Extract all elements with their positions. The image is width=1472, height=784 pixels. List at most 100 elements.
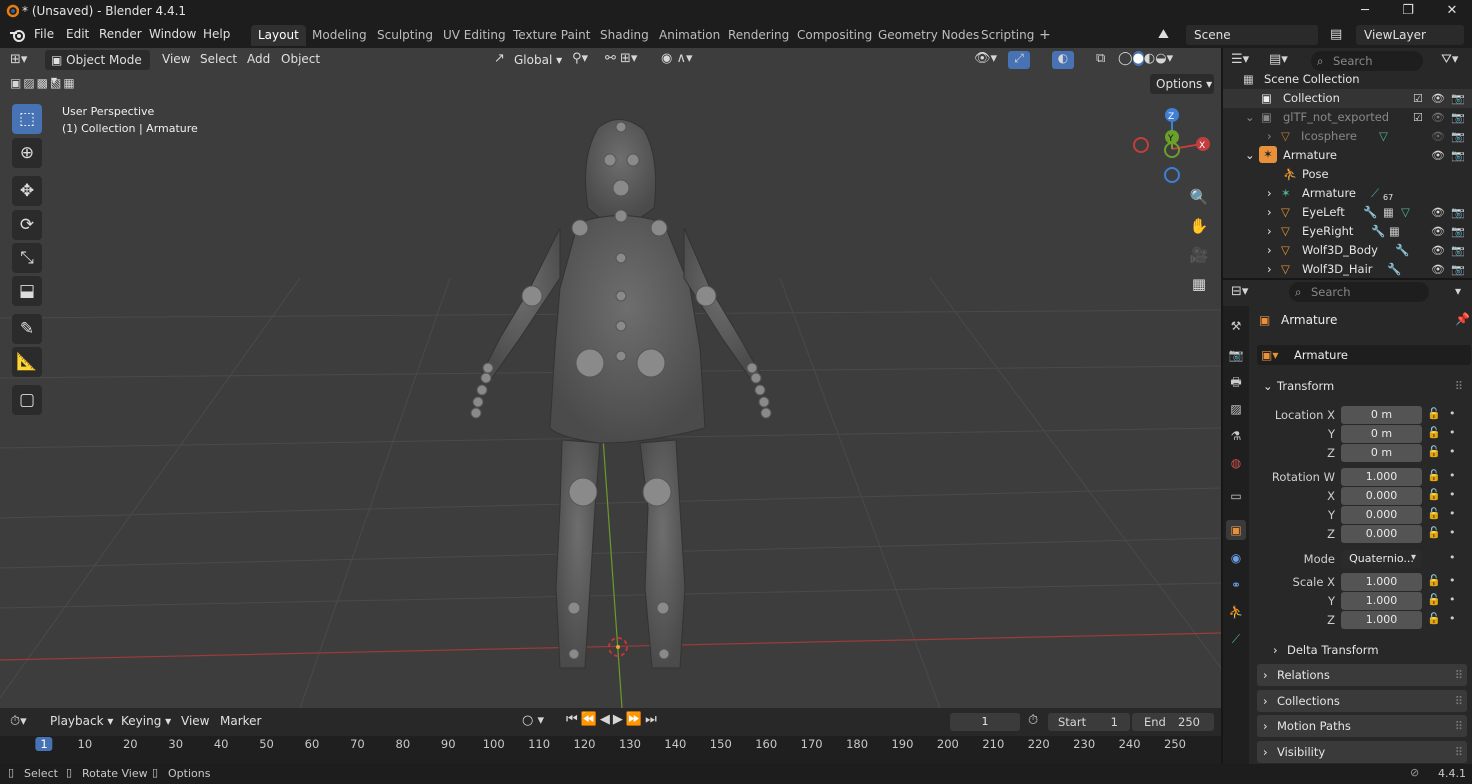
- expand-chevron-icon[interactable]: ⌄: [1245, 108, 1255, 127]
- view-layer-selector[interactable]: ViewLayer: [1356, 25, 1464, 45]
- preview-range-icon[interactable]: ⏱: [1028, 713, 1038, 728]
- location-z-field[interactable]: 0 m: [1341, 444, 1422, 462]
- end-frame-field[interactable]: End 250: [1132, 713, 1214, 731]
- eye-icon[interactable]: 👁: [1431, 89, 1445, 108]
- location-x-field[interactable]: 0 m: [1341, 406, 1422, 424]
- close-window-button[interactable]: ✕: [1432, 2, 1472, 20]
- proportional-edit-icon[interactable]: ◉ ∧▾: [661, 51, 693, 66]
- timeline-keying-menu[interactable]: Keying ▾: [121, 714, 171, 728]
- outliner-row-pose[interactable]: ⛹ Pose: [1223, 165, 1472, 184]
- render-tab-icon[interactable]: 📷: [1226, 345, 1246, 365]
- move-tool[interactable]: ✥: [12, 176, 42, 206]
- rotate-tool[interactable]: ⟳: [12, 210, 42, 240]
- outliner-row-armature-data[interactable]: › ✶ Armature ⟋ 67: [1223, 184, 1472, 203]
- add-workspace-button[interactable]: +: [1032, 25, 1058, 46]
- outliner-row-icosphere[interactable]: › ▽ Icosphere ▽ 👁 📷: [1223, 127, 1472, 146]
- menu-add[interactable]: Add: [247, 52, 270, 66]
- drag-handle-icon[interactable]: ⠿: [1455, 715, 1463, 737]
- tab-texture-paint[interactable]: Texture Paint: [506, 25, 597, 46]
- start-frame-field[interactable]: Start 1: [1048, 713, 1130, 731]
- annotate-tool[interactable]: ✎: [12, 314, 42, 344]
- minimize-button[interactable]: ─: [1345, 2, 1385, 20]
- snap-icon[interactable]: ⚯ ⊞▾: [605, 51, 637, 66]
- scene-type-icon[interactable]: ⛰: [1158, 27, 1169, 42]
- tab-shading[interactable]: Shading: [593, 25, 656, 46]
- expand-chevron-icon[interactable]: ›: [1267, 222, 1272, 241]
- eye-icon[interactable]: 👁: [1431, 127, 1445, 146]
- outliner-row-armature[interactable]: ⌄ ✶ Armature 👁 📷: [1223, 146, 1472, 165]
- scale-z-field[interactable]: 1.000: [1341, 611, 1422, 629]
- zoom-icon[interactable]: 🔍: [1186, 184, 1212, 210]
- eye-icon[interactable]: 👁: [1431, 260, 1445, 278]
- editor-type-icon[interactable]: ⊞▾: [10, 52, 27, 67]
- location-y-field[interactable]: 0 m: [1341, 425, 1422, 443]
- blender-menu-icon[interactable]: [9, 27, 27, 43]
- scale-y-field[interactable]: 1.000: [1341, 592, 1422, 610]
- lock-icon[interactable]: 🔓: [1427, 574, 1441, 587]
- rotation-z-field[interactable]: 0.000: [1341, 525, 1422, 543]
- expand-chevron-icon[interactable]: ›: [1267, 127, 1272, 146]
- outliner-row-scene-collection[interactable]: ▦ Scene Collection: [1223, 70, 1472, 89]
- options-dropdown[interactable]: Options ▾: [1150, 74, 1214, 94]
- 3d-viewport[interactable]: ⊞▾ ▣ Object Mode ▾ View Select Add Objec…: [0, 48, 1221, 708]
- tab-layout[interactable]: Layout: [251, 25, 306, 46]
- overlay-toggle-icon[interactable]: ◐: [1052, 51, 1074, 69]
- keyframe-dot-icon[interactable]: •: [1449, 551, 1456, 564]
- expand-chevron-icon[interactable]: ›: [1267, 203, 1272, 222]
- transform-tool[interactable]: ⬓: [12, 276, 42, 306]
- timeline-playback-menu[interactable]: Playback ▾: [50, 714, 113, 728]
- menu-select[interactable]: Select: [200, 52, 237, 66]
- outliner-row-eyeleft[interactable]: › ▽ EyeLeft 🔧 ▦ ▽ 👁 📷: [1223, 203, 1472, 222]
- camera-icon[interactable]: 📷: [1451, 108, 1465, 127]
- menu-view[interactable]: View: [162, 52, 190, 66]
- outliner-editor-type-icon[interactable]: ☰▾: [1231, 52, 1249, 67]
- keyframe-dot-icon[interactable]: •: [1449, 426, 1456, 439]
- select-box-tool[interactable]: ⬚: [12, 104, 42, 134]
- xray-icon[interactable]: ⧉: [1096, 51, 1105, 66]
- camera-icon[interactable]: 📷: [1451, 260, 1465, 278]
- camera-icon[interactable]: 📷: [1451, 146, 1465, 165]
- menu-window[interactable]: Window: [149, 27, 196, 41]
- mode-selector[interactable]: ▣ Object Mode ▾: [45, 50, 150, 87]
- properties-options-chevron-icon[interactable]: ▾: [1455, 284, 1461, 298]
- camera-icon[interactable]: 📷: [1451, 203, 1465, 222]
- lock-icon[interactable]: 🔓: [1427, 426, 1441, 439]
- tab-modeling[interactable]: Modeling: [305, 25, 374, 46]
- lock-icon[interactable]: 🔓: [1427, 488, 1441, 501]
- outliner-search-input[interactable]: ⌕ Search: [1311, 51, 1423, 71]
- keyframe-dot-icon[interactable]: •: [1449, 488, 1456, 501]
- keyframe-dot-icon[interactable]: •: [1449, 593, 1456, 606]
- properties-search-input[interactable]: ⌕ Search: [1289, 282, 1429, 302]
- drag-handle-icon[interactable]: ⠿: [1455, 741, 1463, 763]
- add-cube-tool[interactable]: ▢: [12, 385, 42, 415]
- measure-tool[interactable]: 📐: [12, 347, 42, 377]
- keyframe-dot-icon[interactable]: •: [1449, 407, 1456, 420]
- object-datablock-field[interactable]: ▣▾ Armature: [1257, 345, 1471, 365]
- bone-tab-icon[interactable]: ⟋: [1226, 629, 1246, 649]
- camera-icon[interactable]: 📷: [1451, 241, 1465, 260]
- pan-hand-icon[interactable]: ✋: [1186, 213, 1212, 239]
- expand-chevron-icon[interactable]: ›: [1267, 241, 1272, 260]
- camera-icon[interactable]: 📷: [1451, 127, 1465, 146]
- timeline-marker-menu[interactable]: Marker: [220, 714, 261, 728]
- menu-render[interactable]: Render: [99, 27, 142, 41]
- menu-edit[interactable]: Edit: [66, 27, 89, 41]
- tab-geometry-nodes[interactable]: Geometry Nodes: [871, 25, 986, 46]
- tab-rendering[interactable]: Rendering: [721, 25, 796, 46]
- gizmo-toggle-icon[interactable]: ⤢: [1008, 51, 1030, 69]
- outliner-row-wolf3d-body[interactable]: › ▽ Wolf3D_Body 🔧 👁 📷: [1223, 241, 1472, 260]
- timeline-view-menu[interactable]: View: [181, 714, 209, 728]
- drag-handle-icon[interactable]: ⠿: [1455, 375, 1463, 397]
- perspective-toggle-icon[interactable]: ▦: [1186, 271, 1212, 297]
- camera-icon[interactable]: 📷: [1451, 89, 1465, 108]
- visibility-panel-header[interactable]: › Visibility ⠿: [1257, 741, 1467, 763]
- tab-compositing[interactable]: Compositing: [790, 25, 879, 46]
- cursor-tool[interactable]: ⊕: [12, 138, 42, 168]
- visibility-icon[interactable]: 👁▾: [974, 51, 997, 66]
- keyframe-dot-icon[interactable]: •: [1449, 469, 1456, 482]
- eye-icon[interactable]: 👁: [1431, 241, 1445, 260]
- drag-handle-icon[interactable]: ⠿: [1455, 690, 1463, 712]
- properties-editor-type-icon[interactable]: ⊟▾: [1231, 284, 1248, 299]
- collections-panel-header[interactable]: › Collections ⠿: [1257, 690, 1467, 712]
- output-tab-icon[interactable]: 🖶: [1226, 372, 1246, 392]
